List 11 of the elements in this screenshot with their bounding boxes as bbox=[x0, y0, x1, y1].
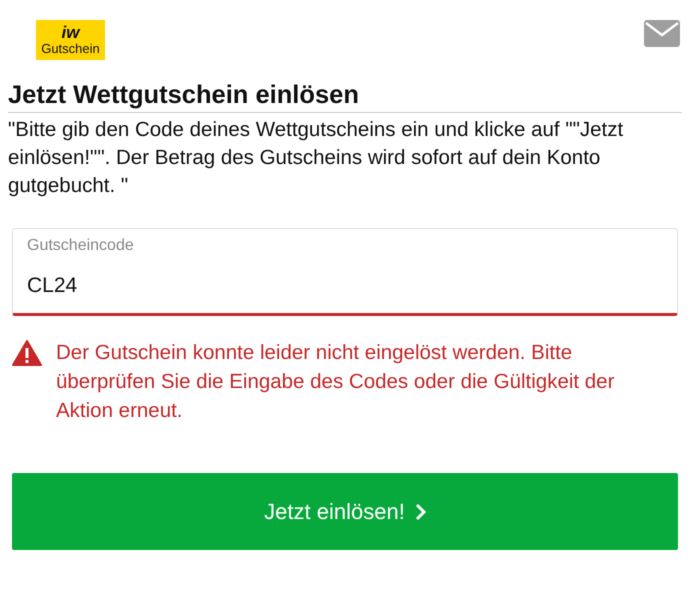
mail-icon[interactable] bbox=[644, 20, 680, 47]
logo-text: iw bbox=[62, 24, 80, 40]
page-title: Jetzt Wettgutschein einlösen bbox=[8, 80, 360, 110]
error-message: Der Gutschein konnte leider nicht eingelöst werden. Bitte überprüfen Sie die Eingabe des Codes oder die Gültigkeit der Aktion erneut. bbox=[56, 340, 616, 424]
voucher-code-field[interactable]: Gutscheincode CL24 bbox=[12, 228, 678, 316]
logo-subtitle: Gutschein bbox=[41, 40, 100, 56]
code-input[interactable]: CL24 bbox=[27, 274, 663, 298]
intro-text: "Bitte gib den Code deines Wettgutscheins ein und klicke auf ""Jetzt einlösen!"". Der Betrag des Gutscheins wird sofort auf dein Konto gutgebucht. " bbox=[8, 117, 624, 199]
field-label: Gutscheincode bbox=[27, 236, 135, 256]
chevron-right-icon bbox=[414, 502, 426, 520]
warning-icon bbox=[12, 340, 42, 366]
